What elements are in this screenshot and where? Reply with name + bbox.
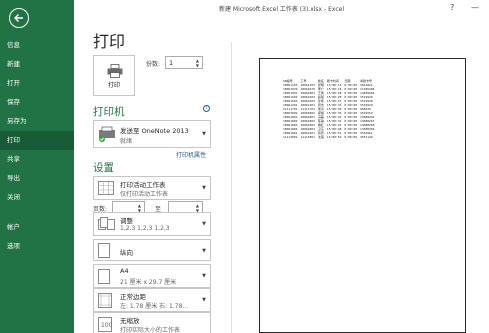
preview-row: 11113801 11113801 沈强 15:00:52 0:00:00 3567149	[283, 135, 377, 139]
paper-icon	[98, 269, 110, 284]
settings-heading: 设置	[93, 162, 114, 174]
back-button[interactable]	[9, 8, 29, 28]
paper-size-title: A4	[120, 267, 129, 275]
printer-heading: 打印机	[93, 106, 125, 118]
chevron-down-icon: ▼	[202, 131, 206, 137]
copies-value: 1	[169, 59, 174, 67]
printer-status: 就绪	[120, 138, 133, 145]
margins-title: 正常边距	[120, 293, 146, 301]
scaling-title: 无缩放	[120, 317, 140, 325]
margins-icon	[98, 293, 112, 308]
preview-cell: 3567149	[360, 135, 373, 139]
margins-select[interactable]: 正常边距 左: 1.78 厘米 右: 1.78... ▼	[93, 288, 211, 312]
chevron-down-icon: ▼	[202, 185, 206, 191]
print-button-label: 打印	[107, 82, 120, 89]
printer-name: 发送至 OneNote 2013	[120, 127, 189, 135]
scaling-icon: 100	[98, 317, 112, 332]
page-title: 打印	[93, 32, 126, 51]
print-scope-select[interactable]: 打印活动工作表 仅打印活动工作表 ▼	[93, 176, 211, 200]
nav-item-options[interactable]: 选项	[0, 237, 74, 256]
collate-sub: 1,2,3 1,2,3 1,2,3	[120, 225, 170, 232]
paper-size-sub: 21 厘米 x 29.7 厘米	[120, 279, 177, 286]
excel-backstage-print: 信息 新建 打开 保存 另存为 打印 共享 导出 关闭 帐户 选项 新建 Mic…	[0, 0, 489, 333]
printer-icon	[107, 64, 123, 78]
preview-cell: 沈强	[317, 135, 324, 139]
collate-title: 调整	[120, 217, 133, 225]
collate-select[interactable]: 调整 1,2,3 1,2,3 1,2,3 ▼	[93, 212, 211, 236]
chevron-down-icon: ▼	[202, 297, 206, 303]
copies-label: 份数:	[146, 61, 161, 68]
nav-item-save[interactable]: 保存	[0, 93, 74, 112]
print-button[interactable]: 打印	[93, 55, 135, 96]
nav-item-close[interactable]: 关闭	[0, 188, 74, 207]
sheet-grid-icon	[98, 181, 114, 195]
preview-cell: 0:00:00	[344, 135, 358, 139]
print-scope-sub: 仅打印活动工作表	[120, 191, 169, 198]
title-bar: 新建 Microsoft Excel 工作表 (3).xlsx - Excel …	[74, 0, 489, 18]
margins-sub: 左: 1.78 厘米 右: 1.78...	[120, 303, 189, 310]
orientation-select[interactable]: 纵向 ▼	[93, 239, 211, 261]
preview-table-body: 18061103 18061103 张明 15:00:15 0:00:00 3541821…	[283, 83, 377, 139]
chevron-down-icon: ▼	[202, 273, 206, 279]
printer-select[interactable]: 发送至 OneNote 2013 就绪 ▼	[93, 120, 211, 148]
svg-text:100: 100	[101, 322, 112, 329]
window-title: 新建 Microsoft Excel 工作表 (3).xlsx - Excel	[218, 6, 344, 13]
preview-sheet: SN编号 工号 姓名 刷卡时间 日期 考勤卡号 18061103 18061103…	[283, 79, 377, 139]
preview-cell: 11113801	[283, 135, 298, 139]
backstage-nav: 信息 新建 打开 保存 另存为 打印 共享 导出 关闭 帐户 选项	[0, 0, 74, 333]
nav-item-save-as[interactable]: 另存为	[0, 112, 74, 131]
printer-device-icon	[99, 126, 115, 142]
back-arrow-icon	[14, 14, 23, 22]
preview-page[interactable]: SN编号 工号 姓名 刷卡时间 日期 考勤卡号 18061103 18061103…	[259, 58, 466, 333]
nav-item-share[interactable]: 共享	[0, 150, 74, 169]
scaling-sub: 打印实际大小的工作表	[120, 327, 181, 333]
nav-item-new[interactable]: 新建	[0, 55, 74, 74]
help-button[interactable]: ?	[450, 3, 454, 12]
preview-cell: 15:00:52	[326, 135, 342, 139]
orientation-value: 纵向	[120, 249, 133, 257]
portrait-page-icon	[98, 243, 110, 258]
print-scope-title: 打印活动工作表	[120, 181, 166, 189]
chevron-down-icon: ▼	[202, 248, 206, 254]
preview-table: SN编号 工号 姓名 刷卡时间 日期 考勤卡号 18061103 18061103…	[283, 79, 377, 139]
nav-item-account[interactable]: 帐户	[0, 218, 74, 237]
nav-item-info[interactable]: 信息	[0, 36, 74, 55]
chevron-down-icon: ▼	[202, 221, 206, 227]
copies-stepper[interactable]: 1 ▲ ▼	[165, 56, 203, 69]
preview-cell: 11113801	[300, 135, 315, 139]
nav-item-print[interactable]: 打印	[0, 131, 74, 150]
info-icon[interactable]: i	[203, 105, 210, 112]
scaling-select[interactable]: 100 无缩放 打印实际大小的工作表	[93, 312, 211, 333]
paper-size-select[interactable]: A4 21 厘米 x 29.7 厘米 ▼	[93, 264, 211, 288]
nav-item-export[interactable]: 导出	[0, 169, 74, 188]
minimize-button[interactable]: —	[471, 3, 479, 12]
nav-item-open[interactable]: 打开	[0, 74, 74, 93]
spin-arrows-icon[interactable]: ▲ ▼	[196, 58, 199, 68]
collate-icon	[98, 217, 115, 230]
printer-properties-link[interactable]: 打印机属性	[176, 150, 206, 159]
